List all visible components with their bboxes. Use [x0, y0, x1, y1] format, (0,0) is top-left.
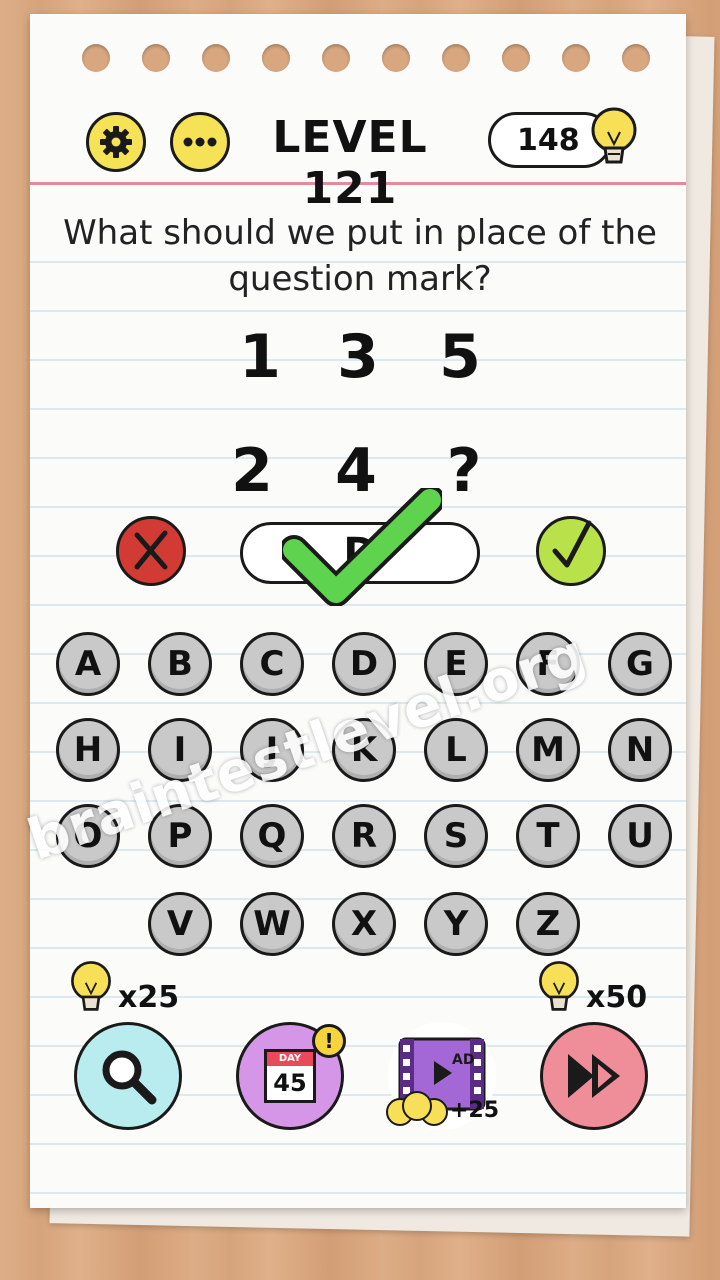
key-y[interactable]: Y [424, 892, 488, 956]
hint-balance-count: 148 [517, 122, 580, 158]
hint-cost: x25 [118, 980, 180, 1015]
binder-hole [562, 44, 590, 72]
key-g[interactable]: G [608, 632, 672, 696]
skip-cost: x50 [586, 980, 648, 1015]
binder-hole [142, 44, 170, 72]
sequence-number: 2 [231, 436, 273, 506]
key-t[interactable]: T [516, 804, 580, 868]
sequence-number: 5 [439, 322, 481, 392]
binder-hole [262, 44, 290, 72]
key-c[interactable]: C [240, 632, 304, 696]
binder-hole [442, 44, 470, 72]
gear-icon [100, 126, 132, 158]
binder-hole [322, 44, 350, 72]
fast-forward-icon [568, 1054, 620, 1098]
calendar-day-number: 45 [273, 1069, 307, 1097]
level-title: LEVEL 121 [272, 112, 428, 214]
binder-hole [202, 44, 230, 72]
lightbulb-icon [539, 961, 579, 1011]
binder-hole [502, 44, 530, 72]
lightbulbs-reward-icon [386, 1091, 448, 1126]
calendar-day-label: DAY [267, 1052, 313, 1066]
sequence-number: 1 [239, 322, 281, 392]
clear-answer-button[interactable] [116, 516, 186, 586]
settings-button[interactable] [86, 112, 146, 172]
key-s[interactable]: S [424, 804, 488, 868]
correct-check-icon [282, 488, 442, 606]
search-icon [102, 1050, 157, 1105]
key-w[interactable]: W [240, 892, 304, 956]
check-icon [552, 520, 592, 568]
key-m[interactable]: M [516, 718, 580, 782]
key-h[interactable]: H [56, 718, 120, 782]
key-r[interactable]: R [332, 804, 396, 868]
key-u[interactable]: U [608, 804, 672, 868]
key-v[interactable]: V [148, 892, 212, 956]
binder-hole [82, 44, 110, 72]
question-mark: ? [446, 436, 482, 506]
close-icon [134, 530, 168, 570]
notification-badge: ! [312, 1024, 346, 1058]
binder-hole [622, 44, 650, 72]
submit-answer-button[interactable] [536, 516, 606, 586]
question-text: What should we put in place of the quest… [63, 213, 657, 299]
key-b[interactable]: B [148, 632, 212, 696]
more-options-button[interactable] [170, 112, 230, 172]
lightbulb-icon [591, 107, 637, 164]
key-q[interactable]: Q [240, 804, 304, 868]
hint-button[interactable] [74, 1022, 182, 1130]
ad-label: AD [452, 1052, 475, 1068]
binder-hole [382, 44, 410, 72]
key-n[interactable]: N [608, 718, 672, 782]
ad-reward: +25 [450, 1098, 500, 1123]
sequence-number: 3 [337, 322, 379, 392]
lightbulb-icon [71, 961, 111, 1011]
calendar-icon: DAY 45 [264, 1049, 316, 1103]
more-dots-icon [183, 137, 217, 147]
skip-level-button[interactable] [540, 1022, 648, 1130]
key-z[interactable]: Z [516, 892, 580, 956]
key-x[interactable]: X [332, 892, 396, 956]
key-a[interactable]: A [56, 632, 120, 696]
